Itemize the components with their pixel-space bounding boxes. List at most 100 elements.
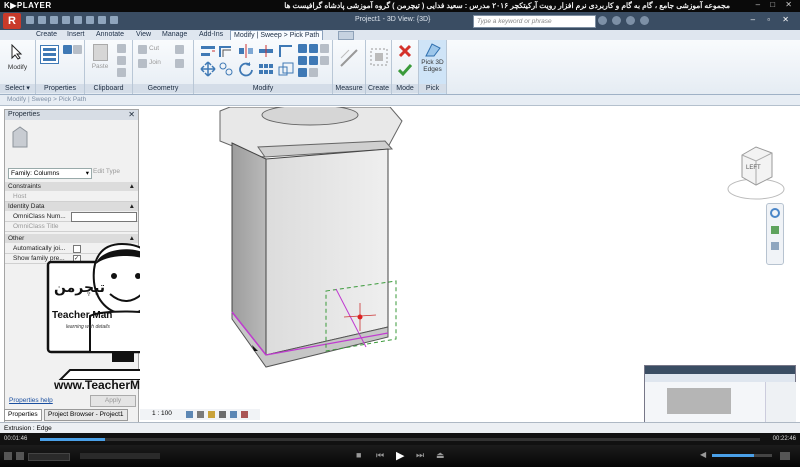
mirror-axis-icon[interactable] (238, 43, 254, 59)
save-icon[interactable] (38, 16, 46, 24)
family-types-icon[interactable] (73, 45, 82, 54)
seek-bar[interactable] (40, 438, 760, 441)
close-icon[interactable]: ✕ (128, 110, 135, 120)
volume-icon[interactable]: ◀ (700, 450, 706, 459)
unpin-icon[interactable] (320, 44, 329, 53)
select-panel-label[interactable]: Select ▾ (0, 84, 35, 93)
trim-multiple-icon[interactable] (298, 44, 307, 53)
measure-icon[interactable] (339, 48, 359, 68)
ribbon-toggle-icon[interactable] (338, 31, 354, 40)
volume-slider[interactable] (712, 454, 772, 457)
tab-properties[interactable]: Properties (4, 409, 42, 421)
undo-icon[interactable] (50, 16, 58, 24)
detail-level-icon[interactable] (186, 411, 193, 418)
window-controls[interactable]: – □ ✕ (756, 0, 796, 9)
hide-isolate-icon[interactable] (241, 411, 248, 418)
copy-icon[interactable] (117, 56, 126, 65)
measure-icon[interactable] (86, 16, 94, 24)
create-group-icon[interactable] (370, 48, 388, 66)
properties-icon[interactable] (40, 45, 59, 64)
split-face-icon[interactable] (175, 59, 184, 68)
omniclass-number-field[interactable] (71, 212, 137, 222)
paste-icon[interactable] (93, 44, 108, 61)
sun-path-icon[interactable] (208, 411, 215, 418)
split-icon[interactable] (258, 43, 274, 59)
help-icon[interactable] (640, 16, 649, 25)
previous-icon[interactable]: ⏮ (376, 450, 384, 461)
tab-add-ins[interactable]: Add-Ins (196, 30, 226, 40)
match-icon[interactable] (117, 68, 126, 77)
properties-header: Properties ✕ (5, 110, 138, 120)
time-total: 00:22:46 (772, 436, 796, 442)
pick-3d-edges-icon[interactable] (424, 42, 442, 58)
favorites-icon[interactable] (626, 16, 635, 25)
section-constraints[interactable]: Constraints ▲ (5, 182, 138, 191)
tab-create[interactable]: Create (33, 30, 60, 40)
type-properties-icon[interactable] (63, 45, 72, 54)
playlist-icon[interactable] (16, 452, 24, 460)
paint-icon[interactable] (175, 45, 184, 54)
split-gap-icon[interactable] (298, 68, 307, 77)
3d-view-icon[interactable] (110, 16, 118, 24)
modify-button[interactable]: Modify (0, 64, 35, 71)
view-scale[interactable]: 1 : 100 (152, 410, 172, 417)
cut-button[interactable]: Cut (149, 45, 159, 52)
shadows-icon[interactable] (219, 411, 226, 418)
redo-icon[interactable] (62, 16, 70, 24)
delete-icon[interactable] (320, 56, 329, 65)
array-icon[interactable] (258, 61, 274, 77)
family-select[interactable]: Family: Columns ▾ (8, 168, 92, 179)
tab-modify-sweep[interactable]: Modify | Sweep > Pick Path (230, 30, 324, 40)
text-icon[interactable] (98, 16, 106, 24)
align-icon[interactable] (200, 43, 216, 59)
stop-icon[interactable]: ■ (356, 450, 361, 460)
mirror-draw-icon[interactable] (298, 56, 307, 65)
pin-icon[interactable] (309, 44, 318, 53)
paste-button[interactable]: Paste (87, 63, 113, 70)
visual-style-icon[interactable] (197, 411, 204, 418)
finish-check-icon[interactable] (398, 63, 412, 77)
open-icon[interactable] (26, 16, 34, 24)
copy-element-icon[interactable] (218, 61, 234, 77)
scale-small-icon[interactable] (309, 68, 318, 77)
tab-insert[interactable]: Insert (64, 30, 88, 40)
edit-type-button[interactable]: Edit Type (93, 168, 120, 175)
settings-icon[interactable] (4, 452, 12, 460)
move-icon[interactable] (200, 61, 216, 77)
rotate-icon[interactable] (238, 61, 254, 77)
offset-icon[interactable] (218, 43, 234, 59)
3d-viewport[interactable]: LEFT (140, 104, 800, 430)
play-icon[interactable]: ▶ (396, 449, 404, 462)
kmplayer-logo[interactable]: K▶PLAYER (4, 1, 52, 10)
revit-window-controls[interactable]: – ▫ ✕ (751, 15, 794, 24)
cut-geometry-icon[interactable] (138, 45, 147, 54)
orbit-icon[interactable] (771, 242, 779, 250)
eject-icon[interactable]: ⏏ (436, 450, 445, 461)
scale-icon[interactable] (278, 61, 294, 77)
binoculars-icon[interactable] (598, 16, 607, 25)
subscription-icon[interactable] (612, 16, 621, 25)
trim-icon[interactable] (278, 43, 294, 59)
join-geometry-icon[interactable] (138, 59, 147, 68)
section-identity-data[interactable]: Identity Data ▲ (5, 202, 138, 211)
cut-clipboard-icon[interactable] (117, 44, 126, 53)
zoom-icon[interactable] (771, 226, 779, 234)
format-badges (80, 453, 160, 459)
join-button[interactable]: Join (149, 59, 161, 66)
next-icon[interactable]: ⏭ (416, 450, 424, 461)
tab-view[interactable]: View (133, 30, 154, 40)
column-model (219, 104, 403, 368)
steering-wheel-icon[interactable] (770, 208, 780, 218)
application-menu-button[interactable]: R (3, 13, 21, 29)
print-icon[interactable] (74, 16, 82, 24)
search-input[interactable]: Type a keyword or phrase (473, 15, 596, 28)
modify-arrow-icon[interactable] (10, 44, 24, 60)
fullscreen-icon[interactable] (780, 452, 790, 460)
extend-icon[interactable] (309, 56, 318, 65)
crop-view-icon[interactable] (230, 411, 237, 418)
tab-project-browser[interactable]: Project Browser - Project1 (44, 409, 128, 421)
tab-manage[interactable]: Manage (159, 30, 190, 40)
cancel-icon[interactable] (398, 44, 412, 58)
tab-annotate[interactable]: Annotate (93, 30, 127, 40)
pick-3d-edges-button[interactable]: Pick 3D Edges (419, 59, 446, 73)
